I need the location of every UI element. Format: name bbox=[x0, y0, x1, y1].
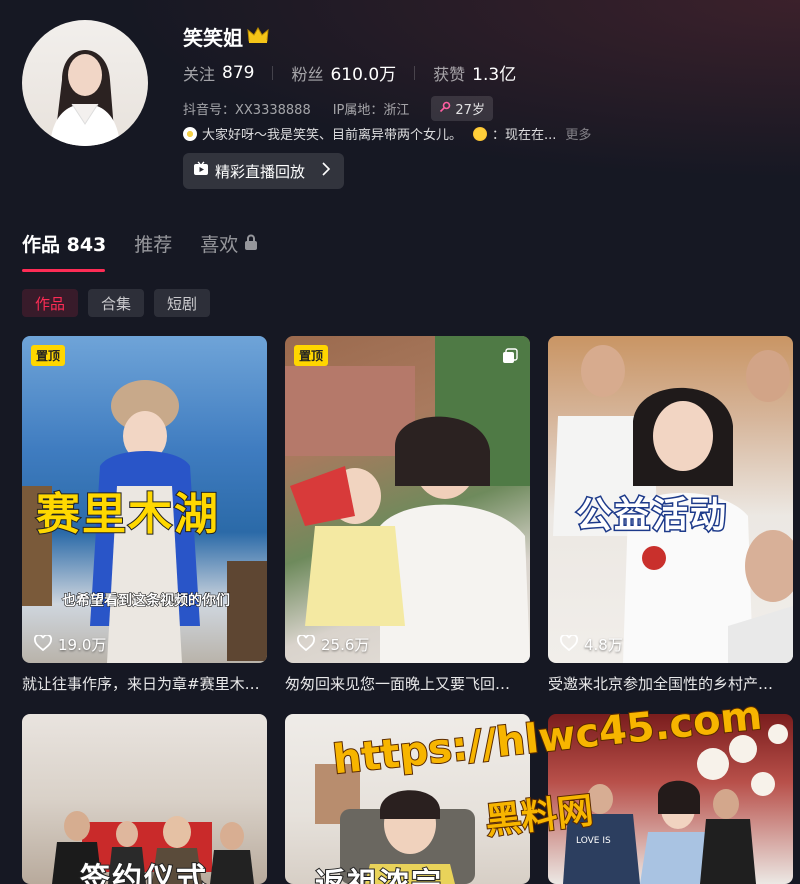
video-card[interactable]: 公益活动 4.8万 受邀来北京参加全国性的乡村产… bbox=[548, 336, 793, 694]
stat-following[interactable]: 关注 879 bbox=[183, 61, 254, 85]
live-replay-button[interactable]: 精彩直播回放 bbox=[183, 153, 344, 189]
video-caption[interactable]: 匆匆回来见您一面晚上又要飞回… bbox=[285, 673, 530, 694]
filter-chips: 作品 合集 短剧 bbox=[22, 289, 211, 317]
heart-icon bbox=[560, 633, 578, 655]
flower-icon bbox=[183, 126, 197, 141]
video-caption[interactable]: 受邀来北京参加全国性的乡村产… bbox=[548, 673, 793, 694]
divider bbox=[272, 65, 274, 80]
bio-tail: ：现在在... bbox=[492, 128, 557, 143]
chip-collections[interactable]: 合集 bbox=[88, 289, 145, 317]
video-thumbnail[interactable]: 置顶 25.6万 bbox=[285, 336, 530, 663]
nickname: 笑笑姐 bbox=[183, 26, 243, 50]
bio-text: 大家好呀～我是笑笑、目前离异带两个女儿。 bbox=[202, 128, 463, 143]
female-icon bbox=[439, 101, 451, 117]
like-count: 4.8万 bbox=[560, 633, 623, 655]
stat-label: 关注 bbox=[183, 64, 216, 84]
stat-value: 1.3亿 bbox=[472, 65, 517, 85]
stat-likes[interactable]: 获赞 1.3亿 bbox=[433, 60, 517, 86]
tab-label: 喜欢 bbox=[200, 234, 239, 256]
video-card[interactable]: 签约仪式 bbox=[22, 714, 267, 884]
shirt-text: LOVE IS bbox=[576, 836, 611, 846]
meta-row: 抖音号：XX3338888 IP属地：浙江 27岁 bbox=[183, 96, 493, 121]
overlay-title: 签约仪式 bbox=[79, 861, 208, 884]
like-value: 4.8万 bbox=[584, 636, 623, 654]
tab-label: 推荐 bbox=[134, 234, 173, 256]
stat-followers[interactable]: 粉丝 610.0万 bbox=[291, 60, 397, 86]
stat-value: 879 bbox=[222, 62, 255, 83]
heart-icon bbox=[34, 633, 52, 655]
like-count: 19.0万 bbox=[34, 633, 107, 655]
live-replay-label: 精彩直播回放 bbox=[215, 162, 306, 181]
bio-more-link[interactable]: 更多 bbox=[565, 124, 591, 143]
overlay-title: 公益活动 bbox=[574, 494, 729, 538]
video-card[interactable]: 置顶 25.6万 匆匆回来见您一面晚上又要飞回… bbox=[285, 336, 530, 694]
video-thumbnail[interactable]: 置顶 赛里木湖 也希望看到这条视频的你们 19.0万 bbox=[22, 336, 267, 663]
chip-short-drama[interactable]: 短剧 bbox=[154, 289, 211, 317]
video-thumbnail[interactable]: 签约仪式 bbox=[22, 714, 267, 884]
content-tabs: 作品 843 推荐 喜欢 bbox=[22, 230, 286, 257]
like-value: 19.0万 bbox=[58, 636, 107, 654]
douyin-id: 抖音号：XX3338888 bbox=[183, 103, 311, 118]
thumbnail-scene bbox=[285, 336, 530, 663]
video-card[interactable]: 置顶 赛里木湖 也希望看到这条视频的你们 19.0万 就让往事作序，来日为章#赛… bbox=[22, 336, 267, 694]
avatar[interactable] bbox=[22, 20, 148, 146]
sun-icon bbox=[473, 126, 488, 141]
crown-icon bbox=[247, 25, 269, 49]
nickname-row: 笑笑姐 bbox=[183, 22, 269, 51]
tab-label: 作品 843 bbox=[22, 234, 107, 256]
stats-row: 关注 879 粉丝 610.0万 获赞 1.3亿 bbox=[183, 60, 517, 86]
stat-label: 粉丝 bbox=[291, 64, 324, 84]
ip-location: IP属地：浙江 bbox=[332, 103, 410, 118]
overlay-title: 返祖浓宗 bbox=[314, 859, 443, 884]
stat-value: 610.0万 bbox=[330, 65, 397, 85]
tv-icon bbox=[193, 161, 209, 181]
overlay-title: 赛里木湖 bbox=[35, 488, 220, 541]
divider bbox=[414, 65, 416, 80]
active-tab-indicator bbox=[22, 269, 105, 272]
heart-icon bbox=[297, 633, 315, 655]
bio[interactable]: 大家好呀～我是笑笑、目前离异带两个女儿。 ：现在在... 更多 bbox=[183, 124, 591, 143]
chip-works[interactable]: 作品 bbox=[22, 289, 79, 317]
video-thumbnail[interactable]: 公益活动 4.8万 bbox=[548, 336, 793, 663]
pinned-badge: 置顶 bbox=[294, 345, 329, 366]
age-text: 27岁 bbox=[455, 103, 485, 118]
lock-icon bbox=[244, 233, 258, 255]
tab-recommend[interactable]: 推荐 bbox=[134, 230, 172, 257]
multi-image-icon bbox=[502, 348, 518, 368]
like-count: 25.6万 bbox=[297, 633, 370, 655]
pinned-badge: 置顶 bbox=[31, 345, 66, 366]
stat-label: 获赞 bbox=[433, 64, 466, 84]
tab-likes[interactable]: 喜欢 bbox=[200, 230, 258, 257]
video-caption[interactable]: 就让往事作序，来日为章#赛里木… bbox=[22, 673, 267, 694]
like-value: 25.6万 bbox=[321, 636, 370, 654]
age-badge: 27岁 bbox=[431, 96, 493, 121]
tab-works[interactable]: 作品 843 bbox=[22, 230, 106, 257]
overlay-subtitle: 也希望看到这条视频的你们 bbox=[62, 593, 231, 610]
chevron-right-icon bbox=[321, 162, 331, 180]
